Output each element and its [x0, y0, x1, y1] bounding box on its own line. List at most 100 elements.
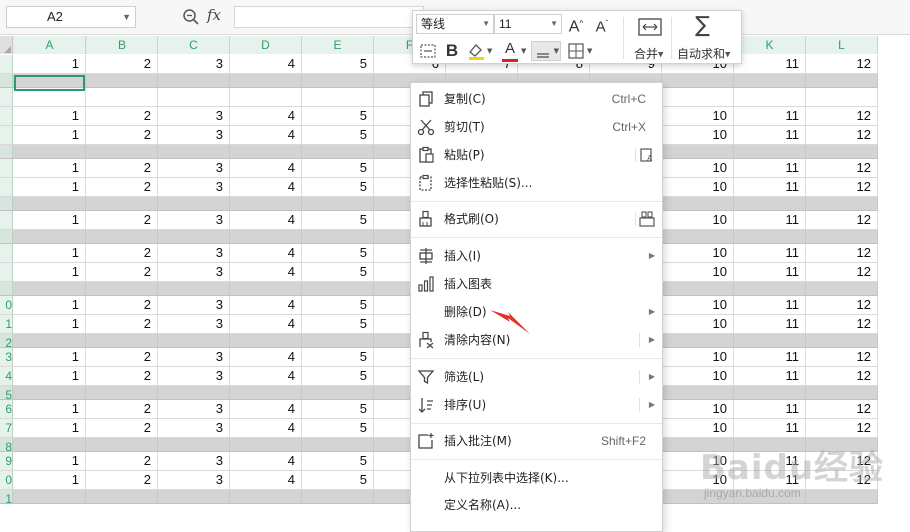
autosum-icon[interactable]: ∑ — [695, 13, 710, 38]
table-cell[interactable]: 3 — [158, 471, 230, 489]
menu-item-define-name[interactable]: 定义名称(A)... — [411, 491, 662, 519]
table-cell[interactable] — [158, 197, 230, 210]
menu-item-insert-chart[interactable]: 插入图表 — [411, 270, 662, 298]
table-cell[interactable]: 4 — [230, 348, 302, 366]
table-cell[interactable] — [806, 88, 878, 106]
table-cell[interactable]: 5 — [302, 244, 374, 262]
chevron-down-icon[interactable]: ▼ — [587, 47, 592, 55]
table-cell[interactable] — [158, 490, 230, 503]
wrap-text-icon[interactable] — [417, 40, 439, 62]
menu-item-insert[interactable]: 插入(I) ▶ — [411, 242, 662, 270]
table-cell[interactable]: 12 — [806, 296, 878, 314]
submenu-arrow-icon[interactable]: ▶ — [649, 363, 655, 391]
table-cell[interactable]: 2 — [87, 367, 158, 385]
table-cell[interactable] — [806, 74, 878, 87]
table-cell[interactable]: 4 — [230, 178, 302, 196]
name-box[interactable]: A2 ▼ — [6, 6, 136, 28]
table-cell[interactable]: 1 — [14, 315, 86, 333]
menu-item-copy[interactable]: 复制(C) Ctrl+C — [411, 85, 662, 113]
chevron-down-icon[interactable]: ▼ — [487, 47, 492, 55]
submenu-arrow-icon[interactable]: ▶ — [649, 326, 655, 354]
table-cell[interactable] — [87, 438, 158, 451]
table-cell[interactable]: 11 — [734, 315, 806, 333]
table-cell[interactable] — [87, 145, 158, 158]
menu-item-delete[interactable]: 删除(D) ▶ — [411, 298, 662, 326]
row-header[interactable] — [0, 55, 13, 73]
table-cell[interactable] — [302, 88, 374, 106]
table-cell[interactable] — [734, 334, 806, 347]
table-cell[interactable]: 1 — [14, 348, 86, 366]
table-cell[interactable]: 2 — [87, 211, 158, 229]
table-cell[interactable]: 10 — [662, 452, 734, 470]
table-cell[interactable]: 3 — [158, 296, 230, 314]
table-cell[interactable] — [662, 197, 734, 210]
table-cell[interactable]: 3 — [158, 159, 230, 177]
table-cell[interactable]: 1 — [14, 367, 86, 385]
table-cell[interactable]: 1 — [14, 126, 86, 144]
table-cell[interactable] — [230, 282, 302, 295]
table-cell[interactable]: 1 — [14, 419, 86, 437]
table-cell[interactable]: 5 — [302, 263, 374, 281]
table-cell[interactable] — [230, 334, 302, 347]
table-cell[interactable]: 2 — [87, 315, 158, 333]
row-header[interactable] — [0, 230, 13, 243]
table-cell[interactable]: 3 — [158, 400, 230, 418]
table-cell[interactable]: 10 — [662, 367, 734, 385]
row-header[interactable] — [0, 244, 13, 262]
table-cell[interactable] — [734, 88, 806, 106]
table-cell[interactable]: 1 — [14, 107, 86, 125]
table-cell[interactable]: 4 — [230, 126, 302, 144]
row-header[interactable]: 9 — [0, 452, 13, 470]
table-cell[interactable]: 3 — [158, 452, 230, 470]
merge-icon[interactable] — [637, 16, 663, 38]
table-cell[interactable] — [734, 230, 806, 243]
menu-item-insert-comment[interactable]: 插入批注(M) Shift+F2 — [411, 427, 662, 455]
table-cell[interactable]: 11 — [734, 263, 806, 281]
row-header[interactable] — [0, 107, 13, 125]
table-cell[interactable]: 5 — [302, 419, 374, 437]
table-cell[interactable] — [662, 230, 734, 243]
table-cell[interactable] — [87, 74, 158, 87]
table-cell[interactable] — [158, 230, 230, 243]
table-cell[interactable]: 11 — [734, 471, 806, 489]
table-cell[interactable]: 1 — [14, 211, 86, 229]
table-cell[interactable] — [806, 490, 878, 503]
font-color-button[interactable]: A — [499, 38, 521, 60]
table-cell[interactable]: 5 — [302, 107, 374, 125]
table-cell[interactable] — [14, 282, 86, 295]
menu-item-paste[interactable]: 粘贴(P) A — [411, 141, 662, 169]
table-cell[interactable] — [230, 74, 302, 87]
table-cell[interactable] — [662, 438, 734, 451]
table-cell[interactable]: 2 — [87, 159, 158, 177]
table-cell[interactable]: 5 — [302, 211, 374, 229]
table-cell[interactable] — [662, 145, 734, 158]
table-cell[interactable] — [302, 145, 374, 158]
table-cell[interactable] — [806, 334, 878, 347]
table-cell[interactable]: 5 — [302, 159, 374, 177]
table-cell[interactable] — [158, 334, 230, 347]
table-cell[interactable]: 2 — [87, 296, 158, 314]
table-cell[interactable] — [14, 197, 86, 210]
table-cell[interactable]: 3 — [158, 263, 230, 281]
table-cell[interactable] — [806, 438, 878, 451]
row-header[interactable] — [0, 197, 13, 210]
table-cell[interactable] — [734, 74, 806, 87]
table-cell[interactable]: 10 — [662, 348, 734, 366]
decrease-font-button[interactable]: Aˇ — [591, 13, 613, 36]
table-cell[interactable] — [302, 334, 374, 347]
table-cell[interactable]: 10 — [662, 211, 734, 229]
row-header[interactable]: 1 — [0, 490, 13, 503]
table-cell[interactable]: 4 — [230, 263, 302, 281]
table-cell[interactable]: 4 — [230, 471, 302, 489]
table-cell[interactable] — [302, 490, 374, 503]
table-cell[interactable]: 5 — [302, 452, 374, 470]
row-header[interactable]: 7 — [0, 419, 13, 437]
table-cell[interactable]: 10 — [662, 159, 734, 177]
table-cell[interactable] — [734, 282, 806, 295]
table-cell[interactable]: 1 — [14, 471, 86, 489]
table-cell[interactable]: 12 — [806, 315, 878, 333]
format-painter-multi-icon[interactable] — [638, 210, 656, 228]
table-cell[interactable]: 1 — [14, 452, 86, 470]
menu-item-format-painter[interactable]: 格式刷(O) — [411, 205, 662, 233]
table-cell[interactable] — [230, 386, 302, 399]
